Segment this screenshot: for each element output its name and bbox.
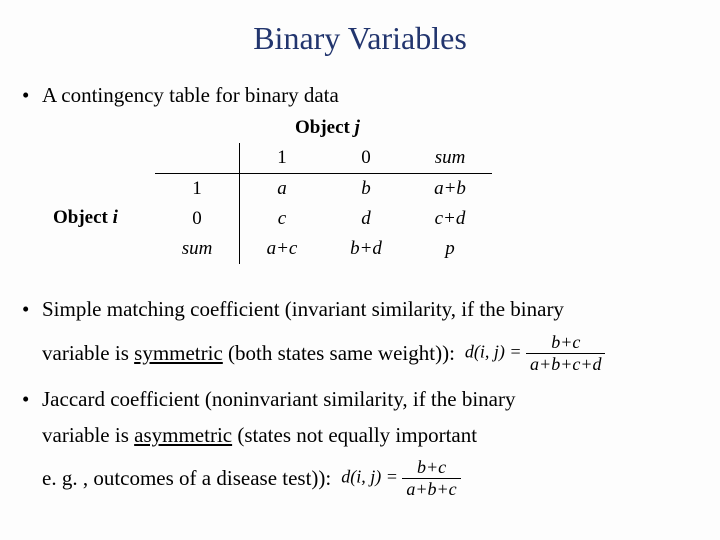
jc-line3-text: e. g. , outcomes of a disease test)): bbox=[42, 466, 331, 491]
cell-a: a bbox=[240, 174, 325, 205]
table-row: 0 c d c+d bbox=[155, 204, 492, 234]
formula-jaccard: d(i, j) = b+c a+b+c bbox=[341, 457, 460, 500]
slide-title: Binary Variables bbox=[18, 20, 702, 57]
sm-num: b+c bbox=[526, 332, 605, 353]
bullet-jaccard: Jaccard coefficient (noninvariant simila… bbox=[18, 385, 702, 413]
jc-asymmetric: asymmetric bbox=[134, 423, 232, 447]
sm-symmetric: symmetric bbox=[134, 341, 223, 365]
bullet-contingency: A contingency table for binary data bbox=[18, 81, 702, 109]
cell-ab: a+b bbox=[408, 174, 492, 205]
table-row: 1 a b a+b bbox=[155, 174, 492, 205]
formula-simple-matching: d(i, j) = b+c a+b+c+d bbox=[465, 332, 606, 375]
label-object-j-text: Object bbox=[295, 117, 350, 138]
jc-line2-post: (states not equally important bbox=[232, 423, 477, 447]
header-0: 0 bbox=[324, 143, 408, 174]
jc-dij: d(i, j) = bbox=[341, 467, 402, 487]
cell-c: c bbox=[240, 204, 325, 234]
jc-fraction: b+c a+b+c bbox=[402, 457, 460, 500]
jc-num: b+c bbox=[402, 457, 460, 478]
sm-line2-text: variable is symmetric (both states same … bbox=[42, 341, 455, 366]
jaccard-line2: variable is asymmetric (states not equal… bbox=[18, 421, 702, 449]
cell-cd: c+d bbox=[408, 204, 492, 234]
bullet-simple-matching: Simple matching coefficient (invariant s… bbox=[18, 295, 702, 323]
label-object-j: Object j bbox=[295, 117, 360, 139]
label-object-j-var: j bbox=[350, 117, 360, 138]
header-1: 1 bbox=[240, 143, 325, 174]
sm-fraction: b+c a+b+c+d bbox=[526, 332, 605, 375]
rowh-sum: sum bbox=[155, 234, 240, 264]
label-object-i: Object i bbox=[53, 207, 118, 229]
sm-den: a+b+c+d bbox=[526, 353, 605, 375]
label-object-i-text: Object bbox=[53, 207, 108, 228]
label-object-i-var: i bbox=[108, 207, 118, 228]
jaccard-line3: e. g. , outcomes of a disease test)): d(… bbox=[18, 457, 702, 500]
table-row: sum a+c b+d p bbox=[155, 234, 492, 264]
rowh-1: 1 bbox=[155, 174, 240, 205]
cell-b: b bbox=[324, 174, 408, 205]
cell-bd: b+d bbox=[324, 234, 408, 264]
header-sum: sum bbox=[408, 143, 492, 174]
cell-ac: a+c bbox=[240, 234, 325, 264]
cell-d: d bbox=[324, 204, 408, 234]
rowh-0: 0 bbox=[155, 204, 240, 234]
contingency-table-wrap: Object j Object i 1 0 sum 1 a b a+b 0 c … bbox=[145, 117, 575, 277]
jc-line2-pre: variable is bbox=[42, 423, 134, 447]
sm-line2-pre: variable is bbox=[42, 341, 134, 365]
table-header-row: 1 0 sum bbox=[155, 143, 492, 174]
sm-line2-post: (both states same weight)): bbox=[223, 341, 455, 365]
cell-p: p bbox=[408, 234, 492, 264]
jc-den: a+b+c bbox=[402, 478, 460, 500]
simple-matching-line2: variable is symmetric (both states same … bbox=[18, 332, 702, 375]
sm-dij: d(i, j) = bbox=[465, 341, 526, 361]
contingency-table: 1 0 sum 1 a b a+b 0 c d c+d sum a+c b+d … bbox=[155, 143, 492, 264]
slide: Binary Variables A contingency table for… bbox=[0, 0, 720, 540]
